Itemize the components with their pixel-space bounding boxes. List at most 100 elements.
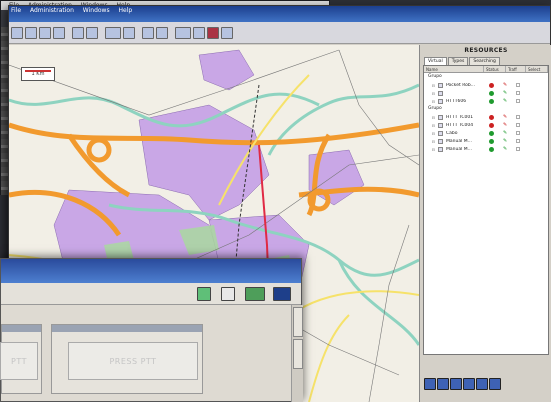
measure-icon[interactable] — [105, 26, 121, 39]
side-tab[interactable] — [293, 307, 303, 337]
map-toolbar — [9, 22, 550, 44]
resources-panel: RESOURCES Virtual Types Searching Name S… — [419, 45, 551, 402]
track-icon[interactable] — [142, 26, 154, 39]
resource-name: Pocket Rob... — [446, 82, 476, 88]
info-icon[interactable] — [221, 26, 233, 39]
menu-file[interactable]: File — [11, 7, 21, 14]
resource-group[interactable]: Grupo — [424, 105, 548, 113]
group-icon[interactable] — [463, 378, 475, 390]
menu-administration[interactable]: Administration — [30, 7, 74, 14]
signal-icon[interactable] — [245, 287, 265, 301]
volume-icon[interactable] — [197, 287, 211, 301]
resource-group[interactable]: Grupo — [424, 73, 548, 81]
tree-expander-icon[interactable]: ⊟ — [424, 123, 438, 128]
tree-expander-icon[interactable]: ⊟ — [424, 91, 438, 96]
select-checkbox[interactable] — [516, 83, 521, 87]
traffic-icon: ✎ — [503, 114, 508, 120]
ptt-toolbar — [1, 283, 301, 305]
resource-name: Cabo — [446, 130, 458, 136]
ptt-window[interactable]: PTT PRESS PTT — [0, 258, 303, 402]
resource-row[interactable]: ⊟ HTTT TC001 ✎ — [424, 113, 548, 121]
resource-row[interactable]: ⊟ HTTT TC004 ✎ — [424, 121, 548, 129]
tab-virtual[interactable]: Virtual — [424, 57, 447, 65]
menu-windows[interactable]: Windows — [83, 7, 110, 14]
resource-row[interactable]: ⊟ HTTT606 ✎ — [424, 97, 548, 105]
status-indicator-icon — [489, 82, 494, 88]
side-tab[interactable] — [293, 339, 303, 369]
status-indicator-icon — [489, 90, 494, 96]
select-checkbox[interactable] — [516, 115, 521, 119]
ptt-button-left[interactable]: PTT — [0, 342, 38, 380]
resource-name: HTTT TC004 — [446, 122, 474, 128]
select-checkbox[interactable] — [516, 99, 521, 103]
resources-tree[interactable]: Name Status Traff Select Grupo ⊟ Pocket Ro… — [423, 65, 549, 355]
tree-expander-icon[interactable]: ⊟ — [424, 131, 438, 136]
layers-icon[interactable] — [86, 26, 98, 39]
resources-tabs: Virtual Types Searching — [420, 55, 551, 65]
resource-name: HTTT606 — [446, 98, 467, 104]
locate-icon[interactable] — [424, 378, 436, 390]
traffic-icon: ✎ — [503, 122, 508, 128]
stop-icon[interactable] — [207, 26, 219, 39]
menu-help[interactable]: Help — [119, 7, 133, 14]
resource-row[interactable]: ⊟ ✎ — [424, 89, 548, 97]
resource-row[interactable]: ⊟ Pocket Rob... ✎ — [424, 81, 548, 89]
ptt-channel-panel-left: PTT — [0, 324, 42, 394]
resources-title: RESOURCES — [464, 47, 508, 54]
tab-searching[interactable]: Searching — [469, 57, 500, 65]
draw-area-icon[interactable] — [193, 26, 205, 39]
zoom-out-icon[interactable] — [25, 26, 37, 39]
settings-icon[interactable] — [489, 378, 501, 390]
terminal-icon — [438, 90, 443, 96]
terminal-icon — [438, 114, 443, 120]
terminal-icon — [438, 98, 443, 104]
user-icon[interactable] — [221, 287, 235, 301]
status-indicator-icon — [489, 98, 494, 104]
press-ptt-button[interactable]: PRESS PTT — [68, 342, 198, 380]
resource-name: Manual M... — [446, 138, 472, 144]
tree-expander-icon[interactable]: ⊟ — [424, 147, 438, 152]
terminal-icon — [438, 146, 443, 152]
resource-name: HTTT TC001 — [446, 114, 474, 120]
ptt-panel-header — [52, 325, 202, 332]
select-checkbox[interactable] — [516, 123, 521, 127]
print-icon[interactable] — [123, 26, 135, 39]
resource-row[interactable]: ⊟ Manual M... ✎ — [424, 145, 548, 153]
tree-expander-icon[interactable]: ⊟ — [424, 83, 438, 88]
resource-row[interactable]: ⊟ Manual M... ✎ — [424, 137, 548, 145]
map-window-titlebar[interactable]: File Administration Windows Help — [9, 6, 550, 22]
select-checkbox[interactable] — [516, 91, 521, 95]
select-icon[interactable] — [53, 26, 65, 39]
column-select[interactable]: Select — [526, 66, 548, 72]
select-checkbox[interactable] — [516, 131, 521, 135]
tab-types[interactable]: Types — [447, 57, 469, 65]
status-indicator-icon — [489, 130, 494, 136]
tree-expander-icon[interactable]: ⊟ — [424, 115, 438, 120]
column-name[interactable]: Name — [424, 66, 484, 72]
zoom-in-icon[interactable] — [11, 26, 23, 39]
resource-name: Manual M... — [446, 146, 472, 152]
ptt-channel-panel-right: PRESS PTT — [51, 324, 203, 394]
refresh-icon[interactable] — [476, 378, 488, 390]
ptt-window-titlebar[interactable] — [1, 259, 301, 283]
select-checkbox[interactable] — [516, 139, 521, 143]
terminal-icon — [438, 82, 443, 88]
route-icon[interactable] — [156, 26, 168, 39]
select-checkbox[interactable] — [516, 147, 521, 151]
resource-row[interactable]: ⊟ Cabo ✎ — [424, 129, 548, 137]
terminal-icon — [438, 130, 443, 136]
traffic-icon: ✎ — [503, 98, 508, 104]
call-icon[interactable] — [437, 378, 449, 390]
tree-expander-icon[interactable]: ⊟ — [424, 139, 438, 144]
network-icon[interactable] — [273, 287, 291, 301]
column-traff[interactable]: Traff — [506, 66, 526, 72]
message-icon[interactable] — [450, 378, 462, 390]
ptt-panel-header — [2, 325, 41, 332]
desktop: File Administration Windows Help File Ad… — [0, 0, 551, 402]
center-icon[interactable] — [72, 26, 84, 39]
draw-line-icon[interactable] — [175, 26, 191, 39]
column-status[interactable]: Status — [484, 66, 506, 72]
tree-expander-icon[interactable]: ⊟ — [424, 99, 438, 104]
status-indicator-icon — [489, 138, 494, 144]
pan-icon[interactable] — [39, 26, 51, 39]
